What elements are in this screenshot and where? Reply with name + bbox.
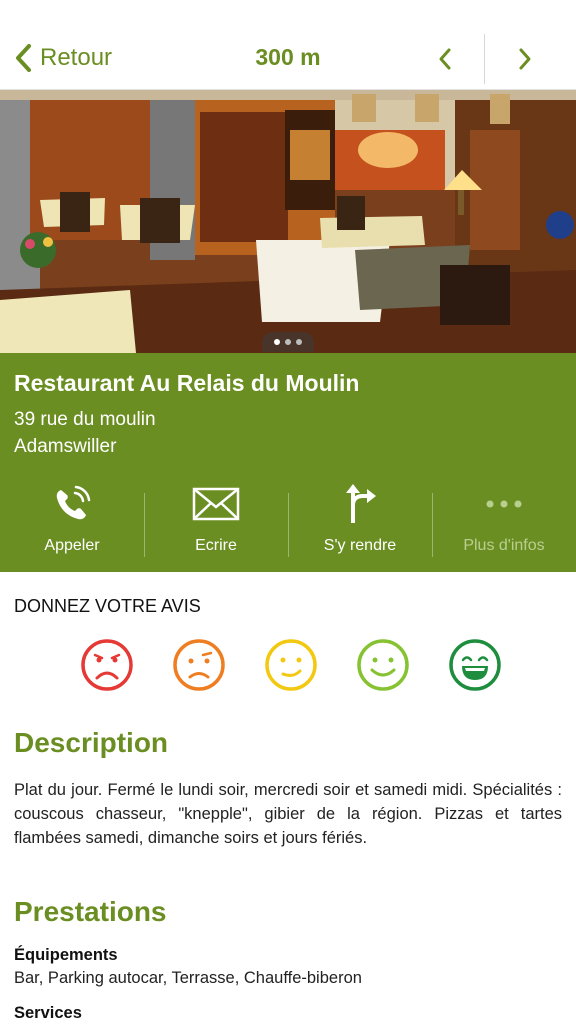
directions-icon (346, 484, 376, 523)
very-unhappy-face-icon[interactable] (80, 638, 134, 692)
unhappy-face-icon[interactable] (172, 638, 226, 692)
neutral-face-icon[interactable] (264, 638, 318, 692)
place-street: 39 rue du moulin (14, 409, 156, 430)
equipment-value: Bar, Parking autocar, Terrasse, Chauffe-… (14, 969, 362, 987)
restaurant-photo[interactable] (0, 90, 576, 353)
place-info-panel: Restaurant Au Relais du Moulin 39 rue du… (0, 353, 576, 572)
top-bar: Retour 300 m (0, 0, 576, 90)
description-text: Plat du jour. Fermé le lundi soir, mercr… (14, 781, 562, 847)
directions-label: S'y rendre (323, 537, 397, 554)
directions-button[interactable]: S'y rendre (288, 481, 432, 561)
review-title: DONNEZ VOTRE AVIS (14, 596, 201, 616)
distance-label: 300 m (255, 44, 321, 70)
gallery-pager (262, 332, 314, 352)
more-info-label: Plus d'infos (463, 537, 545, 554)
services-label: Services (14, 1004, 82, 1022)
rating-faces (80, 638, 502, 692)
pager-dot[interactable] (296, 339, 302, 345)
call-label: Appeler (44, 537, 100, 554)
chevron-left-icon (439, 48, 451, 70)
services-heading: Prestations (14, 896, 167, 927)
pager-dot[interactable] (285, 339, 291, 345)
more-info-button[interactable]: Plus d'infos (432, 481, 576, 561)
place-name: Restaurant Au Relais du Moulin (14, 370, 360, 396)
call-button[interactable]: Appeler (0, 481, 144, 561)
nav-divider (484, 34, 485, 84)
very-happy-face-icon[interactable] (448, 638, 502, 692)
place-city: Adamswiller (14, 436, 117, 457)
more-dots-icon (486, 500, 522, 508)
action-bar: Appeler Ecrire S'y rendre Plus d'infos (0, 481, 576, 561)
happy-face-icon[interactable] (356, 638, 410, 692)
write-button[interactable]: Ecrire (144, 481, 288, 561)
pager-dot[interactable] (274, 339, 280, 345)
chevron-right-icon (519, 48, 531, 70)
next-button[interactable] (510, 42, 540, 76)
equipment-label: Équipements (14, 946, 118, 964)
previous-button[interactable] (430, 42, 460, 76)
phone-icon (56, 485, 91, 520)
write-label: Ecrire (195, 537, 237, 554)
envelope-icon (192, 487, 240, 521)
description-heading: Description (14, 727, 169, 758)
